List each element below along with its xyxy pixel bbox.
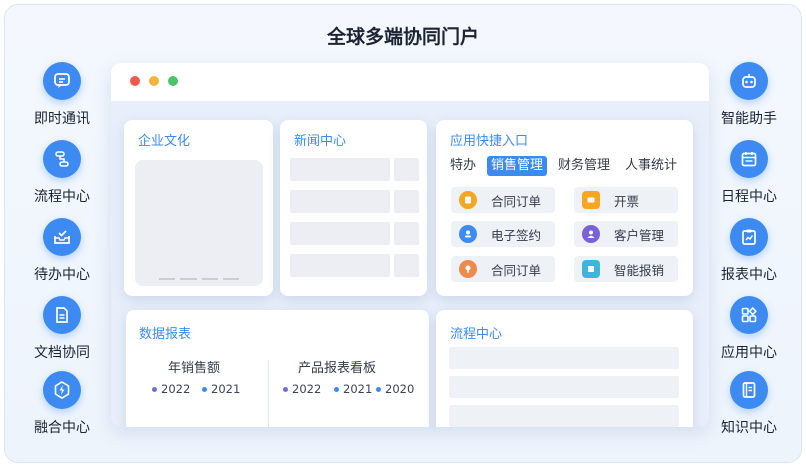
- flow-row[interactable]: [449, 347, 679, 369]
- quick-item-customer[interactable]: 客户管理: [574, 221, 678, 247]
- news-row-date: [394, 190, 419, 213]
- quick-item-expense[interactable]: 智能报销: [574, 256, 678, 282]
- book-icon: [730, 371, 768, 409]
- legend-item: 2021: [334, 382, 372, 396]
- side-item-apps[interactable]: 应用中心: [701, 296, 797, 362]
- portal-window: 企业文化 新闻中心 应用快捷入口 特办 销售管理 财务管理 人事统计 合同订单 …: [111, 63, 709, 427]
- side-item-todo[interactable]: 待办中心: [14, 218, 110, 284]
- card-title: 应用快捷入口: [450, 134, 529, 149]
- flow-icon: [43, 140, 81, 178]
- side-label: 智能助手: [721, 111, 777, 127]
- legend-item: 2022: [283, 382, 321, 396]
- news-row-date: [394, 222, 419, 245]
- lightning-icon: [43, 371, 81, 409]
- legend-item: 2020: [376, 382, 414, 396]
- document-icon: [43, 296, 81, 334]
- culture-image-placeholder: [135, 160, 263, 286]
- side-label: 报表中心: [721, 267, 777, 283]
- news-row[interactable]: [290, 254, 390, 277]
- flow-card: 流程中心: [436, 310, 693, 427]
- side-item-fusion[interactable]: 融合中心: [14, 371, 110, 437]
- tab-pending[interactable]: 特办: [450, 156, 476, 176]
- news-card[interactable]: 新闻中心: [280, 120, 427, 296]
- calendar-icon: [730, 140, 768, 178]
- maximize-dot-icon[interactable]: [168, 76, 178, 86]
- flow-row[interactable]: [449, 405, 679, 427]
- quick-item-label: 智能报销: [614, 262, 665, 278]
- culture-card[interactable]: 企业文化: [124, 120, 273, 296]
- window-titlebar: [111, 63, 709, 101]
- side-label: 融合中心: [34, 420, 90, 436]
- quick-item-order-2[interactable]: 合同订单: [451, 256, 555, 282]
- quick-item-label: 合同订单: [491, 193, 542, 209]
- order-icon: [459, 191, 477, 209]
- side-label: 日程中心: [721, 189, 777, 205]
- annual-sales-label: 年销售额: [168, 361, 221, 376]
- side-label: 应用中心: [721, 345, 777, 361]
- tab-finance[interactable]: 财务管理: [558, 156, 610, 176]
- bulb-icon: [459, 260, 477, 278]
- side-label: 待办中心: [34, 267, 90, 283]
- divider: [268, 360, 269, 427]
- news-row[interactable]: [290, 158, 390, 181]
- side-item-schedule[interactable]: 日程中心: [701, 140, 797, 206]
- news-row-date: [394, 254, 419, 277]
- close-dot-icon[interactable]: [130, 76, 140, 86]
- side-label: 流程中心: [34, 189, 90, 205]
- card-title: 企业文化: [138, 134, 191, 149]
- tab-sales[interactable]: 销售管理: [487, 156, 548, 176]
- ticket-icon: [582, 191, 600, 209]
- chat-icon: [43, 62, 81, 100]
- robot-icon: [730, 62, 768, 100]
- card-title: 数据报表: [139, 327, 192, 342]
- side-item-report[interactable]: 报表中心: [701, 218, 797, 284]
- quick-item-label: 合同订单: [491, 262, 542, 278]
- side-label: 文档协同: [34, 345, 90, 361]
- side-item-knowledge[interactable]: 知识中心: [701, 371, 797, 437]
- quick-item-label: 客户管理: [614, 227, 665, 243]
- legend-item: 2021: [202, 382, 240, 396]
- data-report-card: 数据报表 年销售额 2022 2021 产品报表看板 2022 2021 202…: [126, 310, 429, 427]
- quick-entry-card: 应用快捷入口 特办 销售管理 财务管理 人事统计 合同订单 开票 电子签约 客户…: [436, 120, 693, 296]
- side-label: 即时通讯: [34, 111, 90, 127]
- tab-hr[interactable]: 人事统计: [625, 156, 677, 176]
- user-sign-icon: [459, 225, 477, 243]
- quick-item-invoice[interactable]: 开票: [574, 187, 678, 213]
- side-item-flow[interactable]: 流程中心: [14, 140, 110, 206]
- quick-item-label: 电子签约: [491, 227, 542, 243]
- quick-item-order[interactable]: 合同订单: [451, 187, 555, 213]
- news-row[interactable]: [290, 222, 390, 245]
- side-item-im[interactable]: 即时通讯: [14, 62, 110, 128]
- customer-icon: [582, 225, 600, 243]
- news-row[interactable]: [290, 190, 390, 213]
- quick-item-esign[interactable]: 电子签约: [451, 221, 555, 247]
- legend-item: 2022: [152, 382, 190, 396]
- side-item-assistant[interactable]: 智能助手: [701, 62, 797, 128]
- quick-item-label: 开票: [614, 193, 640, 209]
- minimize-dot-icon[interactable]: [149, 76, 159, 86]
- receipt-icon: [582, 260, 600, 278]
- flow-row[interactable]: [449, 376, 679, 398]
- apps-grid-icon: [730, 296, 768, 334]
- side-item-docs[interactable]: 文档协同: [14, 296, 110, 362]
- side-label: 知识中心: [721, 420, 777, 436]
- product-board-label: 产品报表看板: [298, 361, 377, 376]
- news-row-date: [394, 158, 419, 181]
- clipboard-chart-icon: [730, 218, 768, 256]
- card-title: 新闻中心: [294, 134, 347, 149]
- page-title: 全球多端协同门户: [326, 26, 479, 48]
- inbox-icon: [43, 218, 81, 256]
- card-title: 流程中心: [450, 327, 503, 342]
- carousel-indicators[interactable]: [159, 278, 239, 280]
